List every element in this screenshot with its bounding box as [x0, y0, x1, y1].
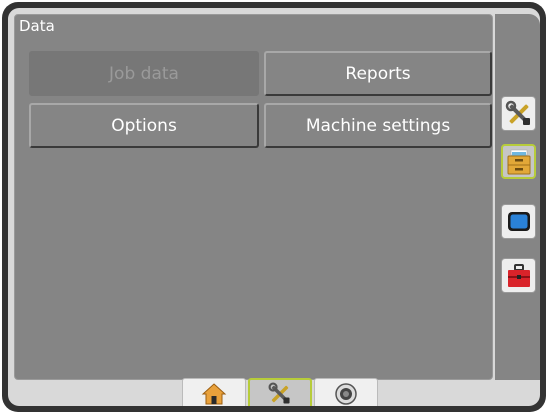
side-tab-tools[interactable]: [501, 96, 536, 131]
job-data-label: Job data: [109, 63, 179, 84]
bottom-tab-home[interactable]: [182, 378, 246, 406]
data-panel: Data Job data Reports Options Machine se…: [14, 14, 493, 380]
panel-title: Data: [19, 17, 55, 35]
job-data-button: Job data: [29, 51, 259, 96]
data-cabinet-icon: [505, 148, 533, 176]
tools-icon: [504, 99, 534, 129]
options-label: Options: [111, 115, 177, 136]
reports-button[interactable]: Reports: [264, 51, 492, 96]
side-tab-console[interactable]: [501, 204, 536, 239]
tools-icon: [266, 381, 294, 407]
bottom-tab-camera[interactable]: [314, 378, 378, 406]
options-button[interactable]: Options: [29, 103, 259, 148]
machine-settings-label: Machine settings: [305, 115, 451, 136]
machine-settings-button[interactable]: Machine settings: [264, 103, 492, 148]
screen: Data Job data Reports Options Machine se…: [8, 8, 540, 406]
console-icon: [505, 208, 533, 236]
side-tab-data[interactable]: [501, 144, 536, 179]
bottom-tab-tools[interactable]: [248, 378, 312, 406]
reports-label: Reports: [345, 63, 411, 84]
toolbox-icon: [505, 262, 533, 290]
device-frame: Data Job data Reports Options Machine se…: [2, 2, 546, 412]
home-icon: [201, 382, 227, 406]
side-tab-strip: [495, 14, 540, 380]
camera-icon: [334, 382, 358, 406]
side-tab-toolbox[interactable]: [501, 258, 536, 293]
